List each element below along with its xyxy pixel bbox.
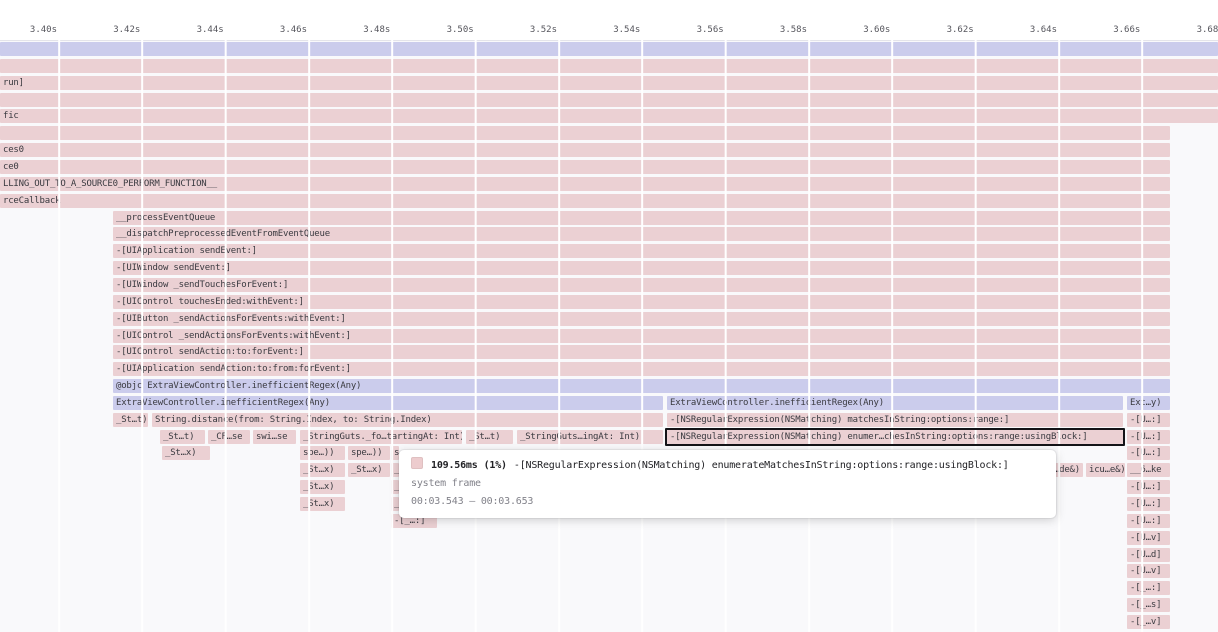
tooltip-symbol: -[NSRegularExpression(NSMatching) enumer… xyxy=(514,460,1009,471)
ruler-tick-label: 3.48s xyxy=(363,25,390,35)
timeline-ruler[interactable]: 3.40s 3.42s 3.44s 3.46s 3.48s 3.50s 3.52s 3.54s… xyxy=(0,0,1218,41)
flame-bar[interactable]: @objc ExtraViewController.inefficientReg… xyxy=(113,379,1170,393)
ruler-tick-label: 3.62s xyxy=(947,25,974,35)
tooltip-time-range: 00:03.543 — 00:03.653 xyxy=(411,493,1044,511)
flame-bar[interactable]: _ xyxy=(391,497,399,511)
flame-bar[interactable]: String.distance(from: String.Index, to: … xyxy=(152,413,663,427)
flame-bar[interactable]: _StringGuts…ingAt: Int) xyxy=(517,430,663,444)
flame-bar[interactable]: ce0 xyxy=(0,160,1170,174)
flame-bar[interactable]: ExtraViewController.inefficientRegex(Any… xyxy=(113,396,663,410)
ruler-tick-label: 3.54s xyxy=(613,25,640,35)
flame-bar[interactable]: _St…t) xyxy=(160,430,205,444)
call-frame-tooltip: 109.56ms (1%) -[NSRegularExpression(NSMatc… xyxy=(399,450,1056,518)
flame-bar[interactable] xyxy=(0,59,1218,73)
flame-bar[interactable]: _St…x) xyxy=(162,446,210,460)
flame-bar[interactable]: fic xyxy=(0,109,1218,123)
flame-bar[interactable]: _St…t) xyxy=(113,413,148,427)
category-color-swatch xyxy=(411,457,423,469)
flame-bar[interactable]: -[UIApplication sendEvent:] xyxy=(113,244,1170,258)
flame-bar[interactable]: -[UIControl touchesEnded:withEvent:] xyxy=(113,295,1170,309)
flame-bar[interactable]: -[UIWindow _sendTouchesForEvent:] xyxy=(113,278,1170,292)
flame-bar[interactable]: -[U…d] xyxy=(1127,548,1170,562)
flame-bar[interactable]: -[_…s] xyxy=(1127,598,1170,612)
flame-bar[interactable]: swi…se xyxy=(253,430,296,444)
flame-bar[interactable]: icu…e&) xyxy=(1086,463,1125,477)
flame-bar[interactable]: -[UIControl _sendActionsForEvents:withEv… xyxy=(113,329,1170,343)
ruler-tick-label: 3.52s xyxy=(530,25,557,35)
ruler-tick-label: 3.64s xyxy=(1030,25,1057,35)
ruler-tick-label: 3.66s xyxy=(1113,25,1140,35)
tooltip-title-line: 109.56ms (1%) -[NSRegularExpression(NSMatc… xyxy=(411,457,1044,475)
ruler-tick-label: 3.44s xyxy=(197,25,224,35)
flame-bar[interactable]: ExtraViewController.inefficientRegex(Any… xyxy=(667,396,1123,410)
flame-bar[interactable]: _StringGuts._fo…tartingAt: Int) xyxy=(300,430,462,444)
flame-bar[interactable]: -[U…v] xyxy=(1127,564,1170,578)
ruler-tick-label: 3.60s xyxy=(863,25,890,35)
tooltip-category: system frame xyxy=(411,475,1044,493)
tooltip-percent: (1%) xyxy=(484,460,507,471)
flame-bar[interactable]: __processEventQueue xyxy=(113,211,1170,225)
flame-bar[interactable]: _St…x) xyxy=(300,497,345,511)
ruler-tick-label: 3.50s xyxy=(447,25,474,35)
flame-bar[interactable]: spe…)) xyxy=(300,446,345,460)
flame-bar[interactable]: -[U…:] xyxy=(1127,446,1170,460)
flame-bar[interactable]: ces0 xyxy=(0,143,1170,157)
flame-bar[interactable]: -[UIButton _sendActionsForEvents:withEve… xyxy=(113,312,1170,326)
flame-bar[interactable]: rceCallback xyxy=(0,194,1170,208)
flame-bar[interactable]: run] xyxy=(0,76,1218,90)
tooltip-duration: 109.56ms xyxy=(431,460,478,471)
flame-bar[interactable]: -[UIApplication sendAction:to:from:forEv… xyxy=(113,362,1170,376)
flame-bar[interactable]: -[U…:] xyxy=(1127,480,1170,494)
flame-bar[interactable]: _St…t) xyxy=(466,430,513,444)
flame-bar[interactable]: -[UIWindow sendEvent:] xyxy=(113,261,1170,275)
flame-bar[interactable]: -[UIControl sendAction:to:forEvent:] xyxy=(113,345,1170,359)
flame-bar[interactable]: -[_…:] xyxy=(1127,581,1170,595)
flame-bar[interactable]: _St…x) xyxy=(348,463,390,477)
flame-bar[interactable]: _CF…se xyxy=(208,430,250,444)
flame-bar[interactable]: __6…ke xyxy=(1127,463,1170,477)
ruler-tick-label: 3.40s xyxy=(30,25,57,35)
ruler-tick-label: 3.42s xyxy=(113,25,140,35)
flame-bar[interactable]: Ext…y) xyxy=(1127,396,1170,410)
flame-bar[interactable]: _ xyxy=(391,463,399,477)
flame-bar[interactable] xyxy=(0,42,1218,56)
ruler-tick-label: 3.56s xyxy=(697,25,724,35)
flame-bar[interactable]: -[U…:] xyxy=(1127,514,1170,528)
flame-bar[interactable] xyxy=(0,93,1218,107)
ruler-tick-label: 3.68s xyxy=(1197,25,1218,35)
flame-bar[interactable]: _St…x) xyxy=(300,480,345,494)
ruler-tick-label: 3.46s xyxy=(280,25,307,35)
flame-bar[interactable]: -[U…:] xyxy=(1127,413,1170,427)
flame-bar[interactable]: spe…)) xyxy=(348,446,390,460)
flame-bar[interactable]: -[U…v] xyxy=(1127,531,1170,545)
flame-chart-canvas[interactable]: 109.56ms (1%) -[NSRegularExpression(NSMatc… xyxy=(0,0,1218,632)
flame-bar-selected[interactable]: -[NSRegularExpression(NSMatching) enumer… xyxy=(667,430,1123,444)
flame-bar[interactable]: LLING_OUT_TO_A_SOURCE0_PERFORM_FUNCTION_… xyxy=(0,177,1170,191)
profiler-flame-chart-panel: 109.56ms (1%) -[NSRegularExpression(NSMatc… xyxy=(0,0,1218,632)
flame-bar[interactable]: -[_…v] xyxy=(1127,615,1170,629)
flame-bar[interactable]: _ xyxy=(391,480,399,494)
flame-bar[interactable] xyxy=(0,126,1170,140)
flame-bar[interactable]: _St…x) xyxy=(300,463,345,477)
flame-bar[interactable]: __dispatchPreprocessedEventFromEventQueu… xyxy=(113,227,1170,241)
flame-bar[interactable]: s xyxy=(391,446,399,460)
flame-bar[interactable]: -[NSRegularExpression(NSMatching) matche… xyxy=(667,413,1123,427)
flame-bar[interactable]: -[U…:] xyxy=(1127,430,1170,444)
flame-bar[interactable]: -[U…:] xyxy=(1127,497,1170,511)
ruler-tick-label: 3.58s xyxy=(780,25,807,35)
